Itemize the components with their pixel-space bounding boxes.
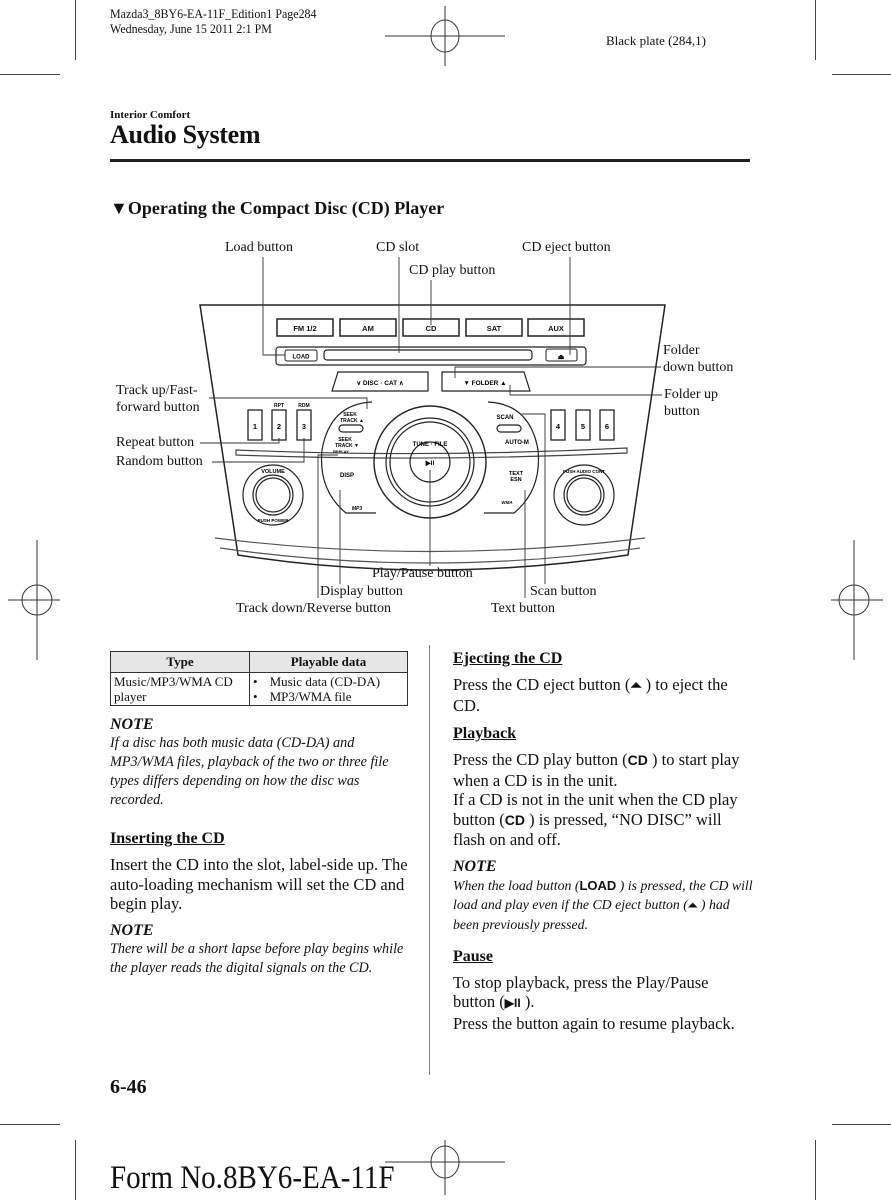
svg-text:AUTO-M: AUTO-M <box>505 440 529 446</box>
disc-cat-label: ∨ DISC · CAT ∧ <box>356 380 404 387</box>
note-lapse: There will be a short lapse before play … <box>110 940 404 976</box>
play-pause-symbol: ▶II <box>425 460 435 467</box>
playback-text: Press the CD play button (CD ) to start … <box>453 750 740 849</box>
svg-text:WMA: WMA <box>501 500 512 505</box>
ejecting-heading: Ejecting the CD <box>453 650 563 667</box>
svg-text:SCAN: SCAN <box>496 415 513 421</box>
rpt-label: RPT <box>274 403 284 409</box>
load-label: LOAD <box>293 355 311 361</box>
cd-player-diagram: FM 1/2 AM CD SAT AUX LOAD ⏏ ∨ DISC · CAT… <box>199 257 666 598</box>
page-number: 6-46 <box>110 1076 147 1098</box>
svg-text:MP3: MP3 <box>352 506 363 512</box>
svg-text:REPLAY: REPLAY <box>333 449 349 454</box>
table-header-playable: Playable data <box>249 651 408 673</box>
folder-label: ▼ FOLDER ▲ <box>463 380 506 387</box>
eject-icon: ⏏ <box>558 354 565 361</box>
volume-label: VOLUME <box>261 469 285 475</box>
preset-2: 2 <box>277 422 281 431</box>
table-row: Music/MP3/WMA CD player • Music data (CD-… <box>110 672 408 706</box>
preset-3: 3 <box>302 422 306 431</box>
preset-5: 5 <box>581 422 585 431</box>
cd-button-icon: CD <box>627 752 648 768</box>
inserting-text: Insert the CD into the slot, label-side … <box>110 855 408 913</box>
table-header-type: Type <box>110 651 250 673</box>
load-button-icon: LOAD <box>579 877 617 893</box>
svg-text:DISP: DISP <box>340 473 354 479</box>
inserting-heading: Inserting the CD <box>110 830 225 847</box>
preset-4: 4 <box>556 422 561 431</box>
ejecting-text: Press the CD eject button (⏶ ) to eject … <box>453 675 728 715</box>
tune-file-label: TUNE · FILE <box>413 442 448 448</box>
aux-label: AUX <box>548 324 564 333</box>
registration-mark-bottom <box>385 1140 505 1195</box>
playback-heading: Playback <box>453 725 517 742</box>
playable-data-table: Type Playable data Music/MP3/WMA CD play… <box>110 651 408 706</box>
inserting-section: Inserting the CD Insert the CD into the … <box>110 830 410 978</box>
column-divider <box>429 645 430 1075</box>
audio-cont-label: PUSH AUDIO CONT <box>563 469 605 474</box>
pause-heading: Pause <box>453 947 493 965</box>
note-load: When the load button (LOAD ) is pressed,… <box>453 877 753 932</box>
eject-icon: ⏶ <box>630 677 642 693</box>
cd-label: CD <box>426 324 437 333</box>
leader-lines <box>200 257 662 598</box>
preset-1: 1 <box>253 422 257 431</box>
table-cell-type: Music/MP3/WMA CD player <box>110 672 250 706</box>
cd-button-icon: CD <box>504 811 526 828</box>
sat-label: SAT <box>487 324 502 333</box>
am-label: AM <box>362 324 374 333</box>
note-mixed-files: NOTE If a disc has both music data (CD-D… <box>110 716 389 808</box>
rdm-label: RDM <box>298 403 309 409</box>
right-column: Ejecting the CD Press the CD eject butto… <box>453 650 753 1033</box>
svg-text:TRACK ▲: TRACK ▲ <box>340 418 364 424</box>
fm-label: FM 1/2 <box>293 324 316 333</box>
preset-6: 6 <box>605 422 609 431</box>
table-cell-data: • Music data (CD-DA) • MP3/WMA file <box>249 672 408 706</box>
pause-text: To stop playback, press the Play/Pause b… <box>453 972 735 1033</box>
svg-text:ESN: ESN <box>510 477 521 483</box>
power-label: PUSH POWER <box>258 518 290 523</box>
play-pause-icon: ▶II <box>504 996 521 1010</box>
panel-outline <box>199 304 666 571</box>
form-number: Form No.8BY6-EA-11F <box>110 1160 395 1196</box>
